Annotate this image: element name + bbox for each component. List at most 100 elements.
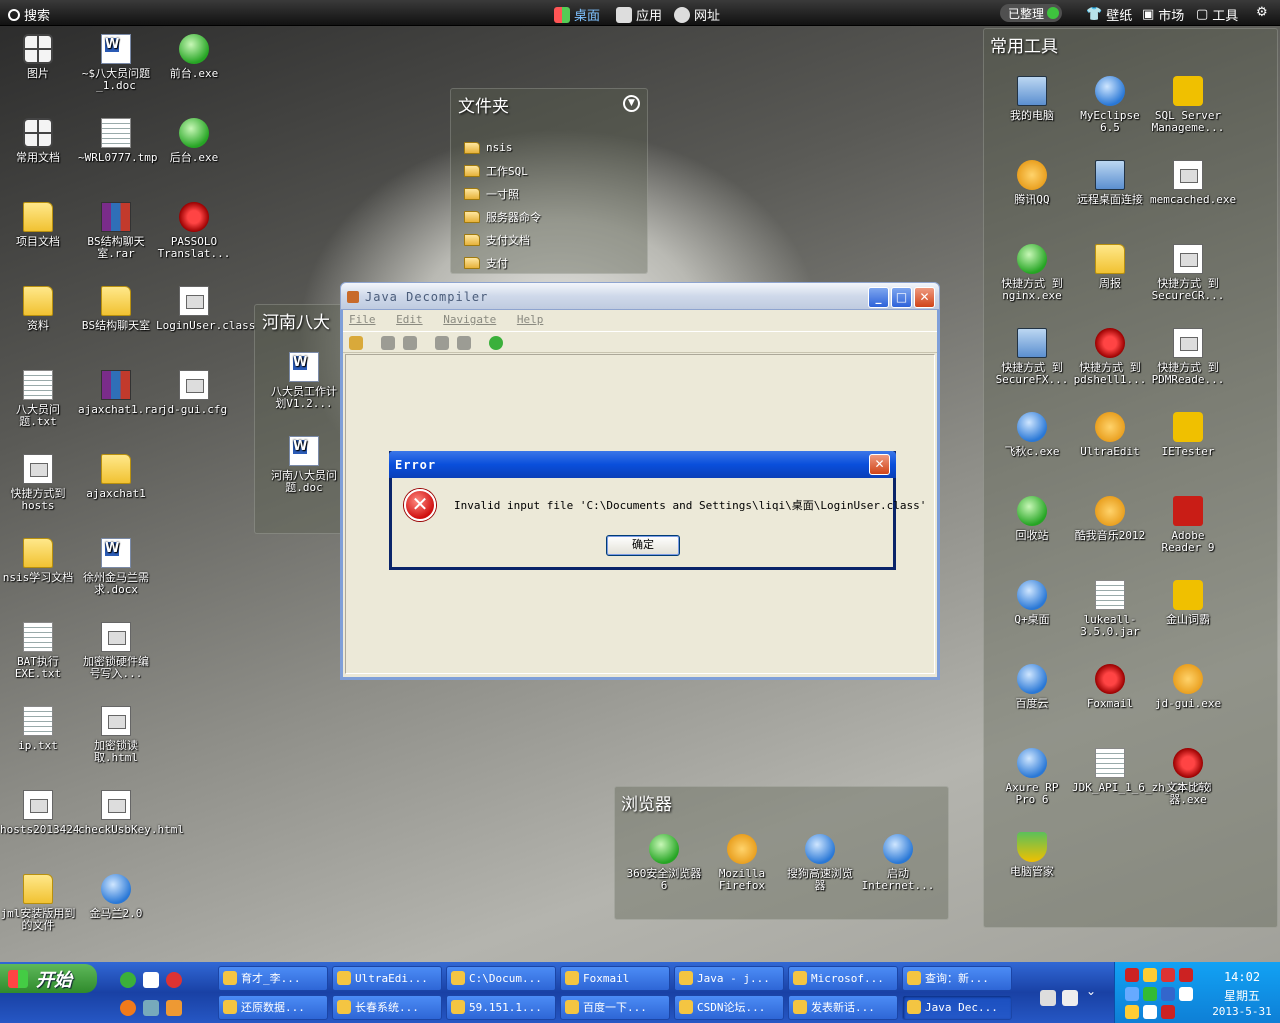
menu-navigate[interactable]: Navigate <box>443 313 496 326</box>
desktop-icon[interactable]: Adobe Reader 9 <box>1150 496 1226 554</box>
desktop-icon[interactable]: 金马兰2.0 <box>78 874 154 920</box>
wallpaper-button[interactable]: 👕 壁纸 <box>1086 5 1132 24</box>
desktop-icon[interactable]: IETester <box>1150 412 1226 458</box>
network-icon[interactable] <box>143 1000 159 1016</box>
desktop-icon[interactable]: 回收站 <box>994 496 1070 542</box>
desktop-icon[interactable]: Q+桌面 <box>994 580 1070 626</box>
desktop-icon[interactable]: LoginUser.class <box>156 286 255 332</box>
360-browser-icon[interactable] <box>120 972 136 988</box>
desktop-icon[interactable]: 资料 <box>0 286 76 332</box>
taskbar-task[interactable]: 59.151.1... <box>446 995 556 1020</box>
tools-button[interactable]: ▢ 工具 <box>1196 5 1238 24</box>
desktop-icon[interactable]: memcached.exe <box>1150 160 1236 206</box>
folder-item[interactable]: 支付文档 <box>464 228 541 251</box>
folder-item[interactable]: 工作SQL <box>464 159 541 182</box>
ie-icon[interactable] <box>1161 987 1175 1001</box>
folders-panel-collapse-icon[interactable]: ▼ <box>623 95 640 112</box>
volume-icon[interactable] <box>1179 987 1193 1001</box>
tray-app-icon[interactable] <box>1125 968 1139 982</box>
desktop-icon[interactable]: PASSOLO Translat... <box>156 202 232 260</box>
desktop-icon[interactable]: ajaxchat1 <box>78 454 154 500</box>
desktop-icon[interactable]: BS结构聊天室 <box>78 286 154 332</box>
desktop-icon[interactable]: Axure RP Pro 6 <box>994 748 1070 806</box>
desktop-icon[interactable]: ajaxchat1.rar <box>78 370 164 416</box>
desktop-icon[interactable]: 快捷方式 到 SecureCR... <box>1150 244 1226 302</box>
desktop-icon[interactable]: 搜狗高速浏览器 <box>782 834 858 892</box>
folder-item[interactable]: 服务器命令 <box>464 205 541 228</box>
open-file-icon[interactable] <box>349 336 363 350</box>
desktop-icon[interactable]: 腾讯QQ <box>994 160 1070 206</box>
desktop-icon[interactable]: lukeall-3.5.0.jar <box>1072 580 1148 638</box>
nav-web[interactable]: 网址 <box>674 5 720 24</box>
taskbar-task[interactable]: C:\Docum... <box>446 966 556 991</box>
taskbar-task[interactable]: 查询：新... <box>902 966 1012 991</box>
desktop-icon[interactable]: 电脑管家 <box>994 832 1070 878</box>
taskbar-task[interactable]: 还原数据... <box>218 995 328 1020</box>
foxmail-icon[interactable] <box>1161 968 1175 982</box>
show-desktop-icon[interactable] <box>143 972 159 988</box>
desktop-icon[interactable]: 加密锁读取.html <box>78 706 154 764</box>
clock-time[interactable]: 14:02 <box>1207 970 1277 984</box>
desktop-icon[interactable]: BAT执行EXE.txt <box>0 622 76 680</box>
folder-item[interactable]: 一寸照 <box>464 182 541 205</box>
edit-icon[interactable] <box>403 336 417 350</box>
save-icon[interactable] <box>381 336 395 350</box>
desktop-icon[interactable]: 徐州金马兰需求.docx <box>78 538 154 596</box>
desktop-icon[interactable]: Mozilla Firefox <box>704 834 780 892</box>
taskbar-task[interactable]: 百度一下... <box>560 995 670 1020</box>
desktop-icon[interactable]: BS结构聊天室.rar <box>78 202 154 260</box>
chevron-down-icon[interactable]: ⌄ <box>1086 984 1096 998</box>
desktop-icon[interactable]: ip.txt <box>0 706 76 752</box>
settings-button[interactable]: ⚙ <box>1256 5 1268 20</box>
forward-arrow-icon[interactable] <box>457 336 471 350</box>
desktop-icon[interactable]: jd-gui.exe <box>1150 664 1226 710</box>
desktop-icon[interactable]: 八大员工作计划V1.2... <box>266 352 342 410</box>
market-button[interactable]: ▣ 市场 <box>1142 5 1184 24</box>
desktop-icon[interactable]: 快捷方式 到 PDMReade... <box>1150 328 1226 386</box>
taskbar-task-active[interactable]: Java Dec... <box>902 995 1012 1020</box>
desktop-icon[interactable]: jml安装版用到的文件 <box>0 874 76 932</box>
taskbar-task[interactable]: Microsof... <box>788 966 898 991</box>
desktop-icon[interactable]: ~WRL0777.tmp <box>78 118 157 164</box>
desktop-icon[interactable]: ~$八大员问题_1.doc <box>78 34 154 92</box>
taskbar-task[interactable]: 育才_李... <box>218 966 328 991</box>
start-button[interactable]: 开始 <box>0 964 97 993</box>
desktop-icon[interactable]: 快捷方式 到 pdshell1... <box>1072 328 1148 386</box>
nav-desktop[interactable]: 桌面 <box>554 5 600 24</box>
desktop-icon[interactable]: jd-gui.cfg <box>156 370 232 416</box>
desktop-icon[interactable]: 周报 <box>1072 244 1148 290</box>
search-button[interactable]: 搜索 <box>8 5 50 24</box>
go-icon[interactable] <box>489 336 503 350</box>
close-button[interactable]: ✕ <box>914 287 935 308</box>
desktop-icon[interactable]: 加密锁硬件编号写入... <box>78 622 154 680</box>
taskbar-task[interactable]: UltraEdi... <box>332 966 442 991</box>
tray-app-icon[interactable] <box>1125 1005 1139 1019</box>
desktop-icon[interactable]: 八大员问题.txt <box>0 370 76 428</box>
desktop-icon[interactable]: 前台.exe <box>156 34 232 80</box>
desktop-icon[interactable]: 快捷方式 到 nginx.exe <box>994 244 1070 302</box>
menu-help[interactable]: Help <box>517 313 544 326</box>
maximize-button[interactable]: □ <box>891 287 912 308</box>
antivirus-icon[interactable] <box>1161 1005 1175 1019</box>
desktop-icon[interactable]: UltraEdit <box>1072 412 1148 458</box>
desktop-icon[interactable]: nsis学习文档 <box>0 538 76 584</box>
minimize-button[interactable]: _ <box>868 287 889 308</box>
desktop-icon[interactable]: 图片 <box>0 34 76 80</box>
desktop-icon[interactable]: 文本比较器.exe <box>1150 748 1226 806</box>
ok-button[interactable]: 确定 <box>606 535 680 556</box>
desktop-icon[interactable]: 远程桌面连接 <box>1072 160 1148 206</box>
desktop-icon[interactable]: 360安全浏览器6 <box>626 834 702 892</box>
taskbar-task[interactable]: 长春系统... <box>332 995 442 1020</box>
taskbar-task[interactable]: Foxmail <box>560 966 670 991</box>
taskbar-task[interactable]: 发表新话... <box>788 995 898 1020</box>
back-arrow-icon[interactable] <box>435 336 449 350</box>
desktop-icon[interactable]: 我的电脑 <box>994 76 1070 122</box>
desktop-icon[interactable]: 飞秋c.exe <box>994 412 1070 458</box>
shield-icon[interactable] <box>1143 987 1157 1001</box>
desktop-icon[interactable]: MyEclipse 6.5 <box>1072 76 1148 134</box>
network-icon[interactable] <box>1125 987 1139 1001</box>
error-dialog-titlebar[interactable]: Error ✕ <box>389 451 896 478</box>
desktop-icon[interactable]: SQL Server Manageme... <box>1150 76 1226 134</box>
desktop-icon[interactable]: 启动 Internet... <box>860 834 936 892</box>
tray-app-icon[interactable] <box>1143 1005 1157 1019</box>
